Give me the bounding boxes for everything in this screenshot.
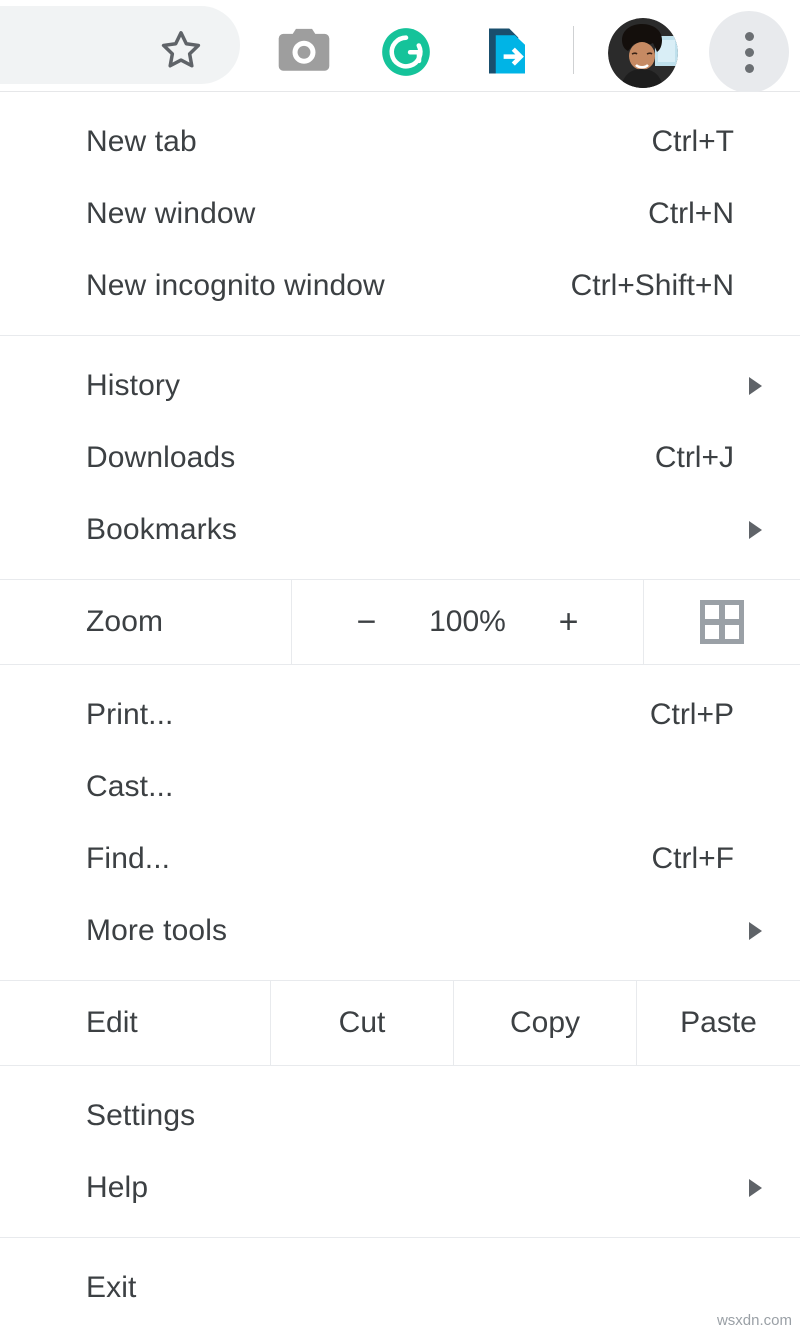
menu-group-new: New tab Ctrl+T New window Ctrl+N New inc… <box>0 92 800 335</box>
menu-item-new-incognito-window[interactable]: New incognito window Ctrl+Shift+N <box>0 250 800 322</box>
grammarly-icon[interactable] <box>378 24 434 80</box>
menu-item-shortcut: Ctrl+J <box>654 441 734 474</box>
menu-item-label: New window <box>86 197 256 230</box>
menu-item-label: Exit <box>86 1271 137 1304</box>
menu-item-new-window[interactable]: New window Ctrl+N <box>0 178 800 250</box>
bookmark-star-icon[interactable] <box>150 22 212 78</box>
menu-item-label: New tab <box>86 125 197 158</box>
zoom-label-cell: Zoom <box>0 580 291 664</box>
menu-item-label: Help <box>86 1171 149 1204</box>
watermark: wsxdn.com <box>716 1312 792 1329</box>
menu-item-exit[interactable]: Exit <box>0 1252 800 1324</box>
chevron-right-icon <box>749 377 762 395</box>
menu-item-shortcut: Ctrl+N <box>648 197 734 230</box>
menu-row-edit: Edit Cut Copy Paste <box>0 981 800 1065</box>
edit-label-cell: Edit <box>0 981 270 1065</box>
menu-item-shortcut: Ctrl+F <box>651 842 735 875</box>
menu-item-cast[interactable]: Cast... <box>0 751 800 823</box>
menu-item-label: Downloads <box>86 441 236 474</box>
edit-label: Edit <box>86 1006 138 1039</box>
zoom-level-value: 100% <box>429 605 506 638</box>
menu-item-label: Print... <box>86 698 174 731</box>
chevron-right-icon <box>749 1179 762 1197</box>
menu-item-shortcut: Ctrl+Shift+N <box>570 269 734 302</box>
cut-button[interactable]: Cut <box>271 981 453 1065</box>
menu-group-config: Settings Help <box>0 1066 800 1237</box>
menu-item-help[interactable]: Help <box>0 1152 800 1224</box>
menu-item-label: Find... <box>86 842 171 875</box>
chevron-right-icon <box>749 521 762 539</box>
menu-row-zoom: Zoom − 100% + <box>0 580 800 664</box>
menu-item-label: Cast... <box>86 770 174 803</box>
menu-group-browse: History Downloads Ctrl+J Bookmarks <box>0 336 800 579</box>
menu-item-new-tab[interactable]: New tab Ctrl+T <box>0 106 800 178</box>
menu-item-label: Bookmarks <box>86 513 237 546</box>
zoom-in-button[interactable]: + <box>547 605 591 639</box>
cut-label: Cut <box>338 1006 386 1039</box>
menu-item-label: New incognito window <box>86 269 385 302</box>
send-page-icon[interactable] <box>478 22 536 80</box>
browser-toolbar <box>0 0 800 93</box>
three-dot-menu-icon[interactable] <box>709 11 789 93</box>
menu-item-history[interactable]: History <box>0 350 800 422</box>
menu-item-shortcut: Ctrl+T <box>651 125 735 158</box>
zoom-controls: − 100% + <box>292 580 643 664</box>
fullscreen-button[interactable] <box>644 580 800 664</box>
menu-dot <box>744 47 754 57</box>
menu-item-find[interactable]: Find... Ctrl+F <box>0 823 800 895</box>
copy-label: Copy <box>509 1006 581 1039</box>
menu-item-label: Settings <box>86 1099 196 1132</box>
menu-item-print[interactable]: Print... Ctrl+P <box>0 679 800 751</box>
menu-item-downloads[interactable]: Downloads Ctrl+J <box>0 422 800 494</box>
paste-button[interactable]: Paste <box>637 981 800 1065</box>
paste-label: Paste <box>680 1006 757 1039</box>
menu-dot <box>744 31 754 41</box>
copy-button[interactable]: Copy <box>454 981 636 1065</box>
menu-item-label: History <box>86 369 181 402</box>
menu-group-tools: Print... Ctrl+P Cast... Find... Ctrl+F M… <box>0 665 800 980</box>
menu-item-bookmarks[interactable]: Bookmarks <box>0 494 800 566</box>
zoom-label: Zoom <box>86 605 164 638</box>
camera-icon[interactable] <box>272 24 336 76</box>
chevron-right-icon <box>749 922 762 940</box>
menu-item-settings[interactable]: Settings <box>0 1080 800 1152</box>
menu-item-shortcut: Ctrl+P <box>649 698 734 731</box>
menu-item-more-tools[interactable]: More tools <box>0 895 800 967</box>
menu-group-exit: Exit <box>0 1238 800 1337</box>
toolbar-divider <box>573 26 574 74</box>
menu-dot <box>744 63 754 73</box>
zoom-out-button[interactable]: − <box>345 605 389 639</box>
menu-item-label: More tools <box>86 914 228 947</box>
avatar[interactable] <box>608 18 678 88</box>
fullscreen-icon <box>700 600 744 644</box>
chrome-main-menu: New tab Ctrl+T New window Ctrl+N New inc… <box>0 92 800 1337</box>
